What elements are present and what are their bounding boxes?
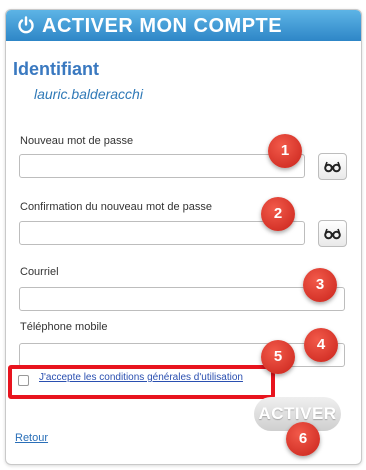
card-header: ACTIVER MON COMPTE [6, 10, 361, 41]
terms-link[interactable]: J'accepte les conditions générales d'uti… [39, 372, 243, 383]
username-value: lauric.balderacchi [34, 86, 143, 102]
phone-field[interactable] [19, 343, 345, 367]
phone-label: Téléphone mobile [20, 321, 108, 333]
step-badge-1: 1 [268, 134, 302, 168]
confirm-password-label: Confirmation du nouveau mot de passe [20, 201, 213, 213]
glasses-icon [324, 228, 341, 240]
new-password-label: Nouveau mot de passe [20, 135, 134, 147]
new-password-field[interactable] [19, 154, 305, 178]
terms-checkbox[interactable] [18, 375, 29, 386]
retour-link[interactable]: Retour [15, 432, 48, 444]
show-password-button[interactable] [318, 153, 347, 180]
step-badge-3: 3 [303, 268, 337, 302]
identifiant-label: Identifiant [13, 59, 99, 79]
header-title: ACTIVER MON COMPTE [42, 15, 283, 37]
glasses-icon [324, 161, 341, 173]
email-label: Courriel [20, 266, 59, 278]
step-badge-2: 2 [261, 197, 295, 231]
email-field[interactable] [19, 287, 345, 311]
confirm-password-field[interactable] [19, 221, 305, 245]
step-badge-6: 6 [286, 422, 320, 456]
step-badge-4: 4 [304, 328, 338, 362]
step-badge-5: 5 [261, 340, 295, 374]
show-confirm-password-button[interactable] [318, 220, 347, 247]
power-icon [18, 16, 34, 34]
